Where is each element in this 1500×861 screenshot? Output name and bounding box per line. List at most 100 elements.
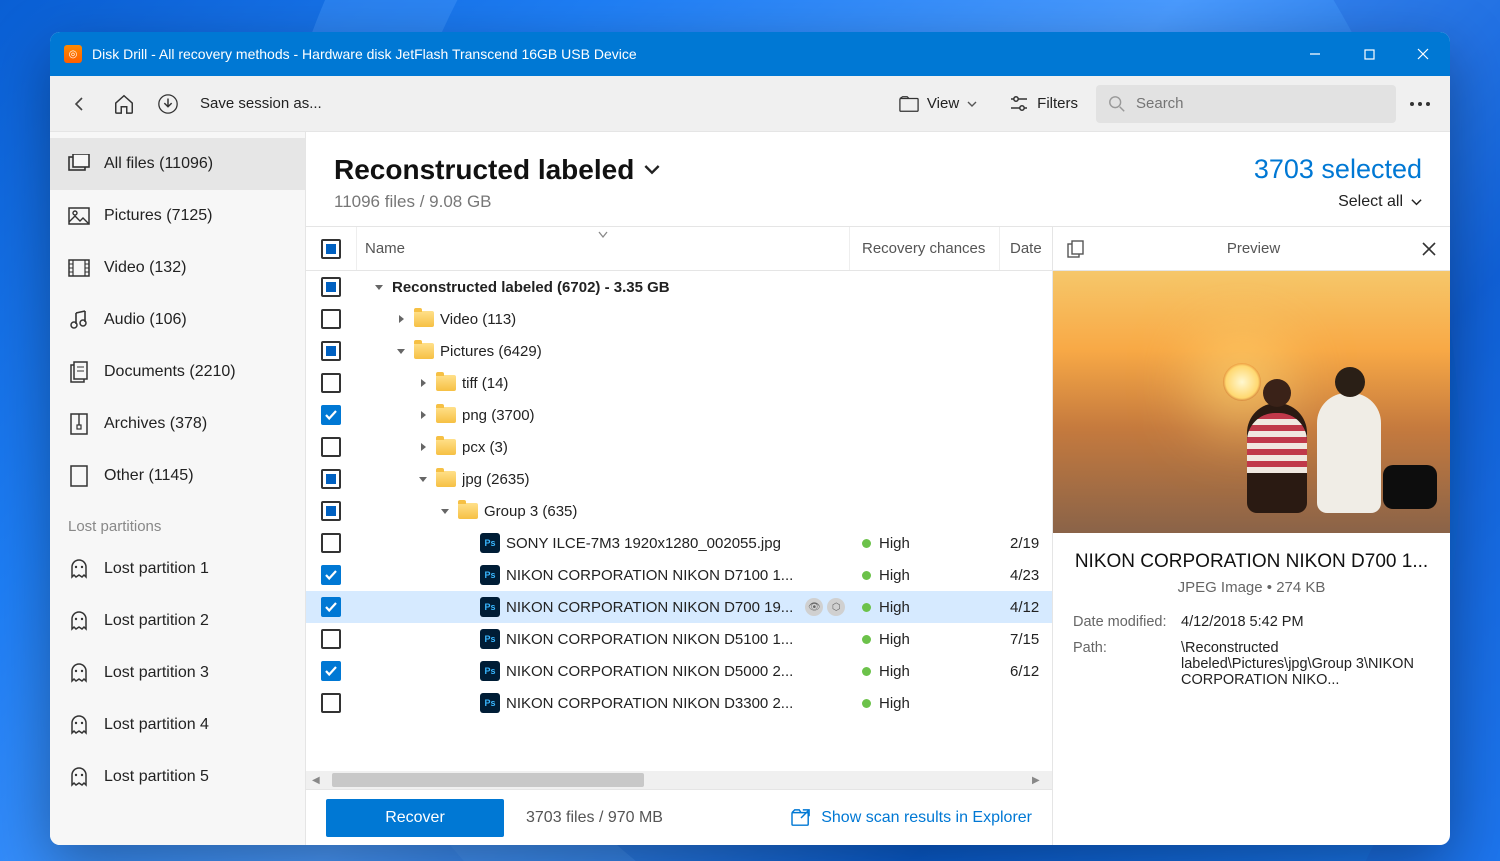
other-icon bbox=[68, 465, 90, 487]
meta-date-label: Date modified: bbox=[1073, 614, 1181, 630]
row-checkbox[interactable] bbox=[321, 565, 341, 585]
recovery-chance: High bbox=[879, 663, 910, 680]
sidebar-item-lost-1[interactable]: Lost partition 1 bbox=[50, 543, 305, 595]
table-row[interactable]: PsNIKON CORPORATION NIKON D5100 1...High… bbox=[306, 623, 1052, 655]
view-menu[interactable]: View bbox=[885, 84, 991, 124]
table-row[interactable]: PsSONY ILCE-7M3 1920x1280_002055.jpgHigh… bbox=[306, 527, 1052, 559]
sidebar-item-documents[interactable]: Documents (2210) bbox=[50, 346, 305, 398]
table-row[interactable]: Video (113) bbox=[306, 303, 1052, 335]
table-row[interactable]: pcx (3) bbox=[306, 431, 1052, 463]
row-checkbox[interactable] bbox=[321, 533, 341, 553]
expand-icon[interactable] bbox=[416, 376, 430, 390]
file-name: Pictures (6429) bbox=[440, 343, 542, 360]
table-row[interactable]: Pictures (6429) bbox=[306, 335, 1052, 367]
footer-stats: 3703 files / 970 MB bbox=[526, 809, 663, 827]
file-name: NIKON CORPORATION NIKON D5000 2... bbox=[506, 663, 793, 680]
copy-icon[interactable] bbox=[1067, 240, 1085, 258]
selection-count: 3703 selected bbox=[1254, 154, 1422, 185]
meta-path-value: \Reconstructed labeled\Pictures\jpg\Grou… bbox=[1181, 640, 1430, 688]
search-input[interactable] bbox=[1136, 95, 1384, 112]
file-date: 2/19 bbox=[1000, 535, 1052, 552]
folder-icon bbox=[436, 407, 456, 423]
column-date[interactable]: Date bbox=[1000, 227, 1052, 270]
recover-button[interactable]: Recover bbox=[326, 799, 504, 837]
column-recovery[interactable]: Recovery chances bbox=[850, 227, 1000, 270]
main-panel: Reconstructed labeled 11096 files / 9.08… bbox=[306, 132, 1450, 845]
folder-icon bbox=[436, 471, 456, 487]
file-name: pcx (3) bbox=[462, 439, 508, 456]
sidebar-item-video[interactable]: Video (132) bbox=[50, 242, 305, 294]
row-checkbox[interactable] bbox=[321, 629, 341, 649]
recovery-chance: High bbox=[879, 567, 910, 584]
table-row[interactable]: tiff (14) bbox=[306, 367, 1052, 399]
collapse-icon[interactable] bbox=[416, 472, 430, 486]
eye-icon[interactable]: 👁 bbox=[805, 598, 823, 616]
documents-icon bbox=[68, 361, 90, 383]
sidebar-item-lost-3[interactable]: Lost partition 3 bbox=[50, 647, 305, 699]
expand-icon[interactable] bbox=[394, 312, 408, 326]
preview-title: Preview bbox=[1085, 240, 1422, 257]
collapse-icon[interactable] bbox=[372, 280, 386, 294]
row-checkbox[interactable] bbox=[321, 341, 341, 361]
minimize-button[interactable] bbox=[1288, 32, 1342, 76]
row-checkbox[interactable] bbox=[321, 469, 341, 489]
hex-icon[interactable]: ⬡ bbox=[827, 598, 845, 616]
row-checkbox[interactable] bbox=[321, 597, 341, 617]
save-session-button[interactable]: Save session as... bbox=[192, 95, 330, 112]
table-row[interactable]: Group 3 (635) bbox=[306, 495, 1052, 527]
sliders-icon bbox=[1009, 95, 1029, 113]
sidebar-item-all-files[interactable]: All files (11096) bbox=[50, 138, 305, 190]
pictures-icon bbox=[68, 205, 90, 227]
archives-icon bbox=[68, 413, 90, 435]
more-button[interactable] bbox=[1400, 84, 1440, 124]
collapse-icon[interactable] bbox=[394, 344, 408, 358]
close-preview-button[interactable] bbox=[1422, 242, 1436, 256]
maximize-button[interactable] bbox=[1342, 32, 1396, 76]
row-checkbox[interactable] bbox=[321, 437, 341, 457]
scroll-thumb[interactable] bbox=[332, 773, 644, 787]
collapse-icon[interactable] bbox=[438, 504, 452, 518]
scroll-left-icon[interactable]: ◀ bbox=[312, 775, 326, 786]
row-checkbox[interactable] bbox=[321, 693, 341, 713]
row-checkbox[interactable] bbox=[321, 309, 341, 329]
sidebar-item-audio[interactable]: Audio (106) bbox=[50, 294, 305, 346]
row-checkbox[interactable] bbox=[321, 373, 341, 393]
row-checkbox[interactable] bbox=[321, 501, 341, 521]
filters-button[interactable]: Filters bbox=[995, 84, 1092, 124]
sidebar-item-archives[interactable]: Archives (378) bbox=[50, 398, 305, 450]
scroll-right-icon[interactable]: ▶ bbox=[1032, 775, 1046, 786]
file-name: NIKON CORPORATION NIKON D3300 2... bbox=[506, 695, 793, 712]
page-title[interactable]: Reconstructed labeled bbox=[334, 154, 1234, 186]
row-checkbox[interactable] bbox=[321, 277, 341, 297]
table-row[interactable]: PsNIKON CORPORATION NIKON D7100 1...High… bbox=[306, 559, 1052, 591]
row-checkbox[interactable] bbox=[321, 405, 341, 425]
sidebar-item-lost-2[interactable]: Lost partition 2 bbox=[50, 595, 305, 647]
home-button[interactable] bbox=[104, 84, 144, 124]
download-icon[interactable] bbox=[148, 84, 188, 124]
toolbar: Save session as... View Filters bbox=[50, 76, 1450, 132]
expand-icon[interactable] bbox=[416, 408, 430, 422]
table-row[interactable]: PsNIKON CORPORATION NIKON D3300 2...High bbox=[306, 687, 1052, 719]
column-name[interactable]: Name bbox=[356, 227, 850, 270]
sidebar-item-pictures[interactable]: Pictures (7125) bbox=[50, 190, 305, 242]
table-row[interactable]: png (3700) bbox=[306, 399, 1052, 431]
table-row[interactable]: PsNIKON CORPORATION NIKON D5000 2...High… bbox=[306, 655, 1052, 687]
row-action-icons[interactable]: 👁⬡ bbox=[805, 598, 845, 616]
header-checkbox[interactable] bbox=[321, 239, 341, 259]
close-button[interactable] bbox=[1396, 32, 1450, 76]
status-dot-icon bbox=[862, 667, 871, 676]
table-row[interactable]: PsNIKON CORPORATION NIKON D700 19...👁⬡Hi… bbox=[306, 591, 1052, 623]
sidebar-item-other[interactable]: Other (1145) bbox=[50, 450, 305, 502]
row-checkbox[interactable] bbox=[321, 661, 341, 681]
sidebar-item-lost-5[interactable]: Lost partition 5 bbox=[50, 751, 305, 803]
horizontal-scrollbar[interactable]: ◀ ▶ bbox=[306, 771, 1052, 789]
select-all-menu[interactable]: Select all bbox=[1254, 193, 1422, 211]
show-in-explorer-link[interactable]: Show scan results in Explorer bbox=[791, 809, 1032, 827]
file-name: NIKON CORPORATION NIKON D700 19... bbox=[506, 599, 793, 616]
sidebar-item-lost-4[interactable]: Lost partition 4 bbox=[50, 699, 305, 751]
back-button[interactable] bbox=[60, 84, 100, 124]
search-field[interactable] bbox=[1096, 85, 1396, 123]
table-row[interactable]: Reconstructed labeled (6702) - 3.35 GB bbox=[306, 271, 1052, 303]
table-row[interactable]: jpg (2635) bbox=[306, 463, 1052, 495]
expand-icon[interactable] bbox=[416, 440, 430, 454]
